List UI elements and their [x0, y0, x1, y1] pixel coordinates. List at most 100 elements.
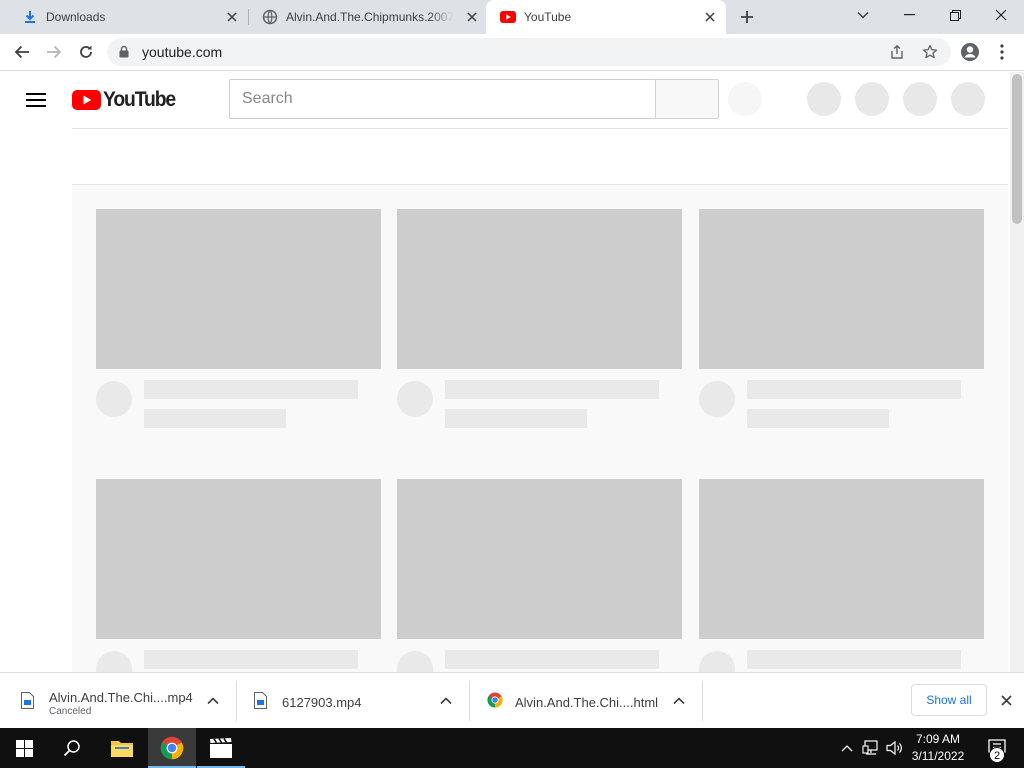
scrollbar-thumb[interactable]: [1012, 74, 1022, 224]
thumbnail-placeholder[interactable]: [397, 479, 682, 639]
youtube-play-logo-icon: [72, 90, 101, 110]
file-icon: [254, 692, 270, 710]
back-button[interactable]: [8, 38, 36, 66]
chevron-up-icon[interactable]: [668, 690, 690, 712]
file-explorer-icon[interactable]: [98, 728, 146, 768]
tab-title: YouTube: [524, 10, 572, 24]
video-editor-icon[interactable]: [197, 728, 245, 768]
tab-youtube[interactable]: YouTube: [486, 0, 726, 34]
download-shelf: Alvin.And.The.Chi....mp4 Canceled 612790…: [0, 672, 1024, 728]
download-status: Canceled: [49, 706, 92, 717]
browser-menu-icon[interactable]: [988, 38, 1016, 66]
search-icon[interactable]: [48, 728, 96, 768]
youtube-page: YouTube: [0, 72, 1024, 672]
close-tab-icon[interactable]: [462, 7, 482, 27]
close-window-button[interactable]: [978, 0, 1024, 30]
channel-avatar-placeholder: [397, 381, 433, 417]
title-placeholder: [445, 380, 659, 399]
new-tab-button[interactable]: [730, 2, 764, 32]
search-input[interactable]: [230, 80, 656, 118]
youtube-logo-text: YouTube: [103, 88, 176, 111]
download-item[interactable]: Alvin.And.The.Chi....html: [487, 679, 697, 723]
meta-placeholder: [747, 409, 889, 428]
header-button-placeholder[interactable]: [807, 82, 841, 116]
browser-toolbar: youtube.com: [0, 34, 1024, 71]
close-shelf-icon[interactable]: [996, 690, 1016, 710]
youtube-logo[interactable]: YouTube: [72, 88, 181, 112]
search-box[interactable]: [229, 79, 656, 119]
header-button-placeholder[interactable]: [855, 82, 889, 116]
thumbnail-placeholder[interactable]: [699, 479, 984, 639]
chevron-up-icon[interactable]: [435, 690, 457, 712]
channel-avatar-placeholder: [699, 381, 735, 417]
thumbnail-placeholder[interactable]: [699, 209, 984, 369]
forward-button[interactable]: [40, 38, 68, 66]
title-placeholder: [747, 380, 961, 399]
youtube-icon: [500, 9, 516, 25]
volume-icon[interactable]: [885, 738, 905, 758]
restore-button[interactable]: [932, 0, 978, 30]
clock-date: 3/11/2022: [911, 749, 965, 763]
chips-bar-placeholder: [72, 128, 1008, 185]
url-text[interactable]: youtube.com: [142, 45, 222, 60]
windows-taskbar: 7:09 AM 3/11/2022 2: [0, 728, 1024, 768]
download-separator: [236, 681, 237, 721]
header-button-placeholder[interactable]: [951, 82, 985, 116]
download-filename: Alvin.And.The.Chi....html: [515, 695, 659, 710]
title-placeholder: [445, 650, 659, 669]
close-tab-icon[interactable]: [222, 7, 242, 27]
title-placeholder: [144, 380, 358, 399]
download-filename: Alvin.And.The.Chi....mp4: [49, 690, 193, 705]
hamburger-menu-icon[interactable]: [24, 88, 48, 112]
reload-button[interactable]: [72, 38, 100, 66]
download-item[interactable]: 6127903.mp4: [254, 679, 464, 723]
channel-avatar-placeholder: [96, 651, 132, 672]
windows-logo-icon: [15, 739, 33, 757]
clock-time: 7:09 AM: [915, 732, 961, 746]
chrome-icon: [487, 692, 503, 710]
file-icon: [21, 692, 37, 710]
globe-icon: [262, 9, 278, 25]
search-button[interactable]: [655, 79, 719, 119]
title-placeholder: [747, 650, 961, 669]
thumbnail-placeholder[interactable]: [96, 209, 381, 369]
tab-title: Alvin.And.The.Chipmunks.2007.1080p: [286, 10, 454, 24]
show-hidden-icons-chevron-icon[interactable]: [837, 738, 857, 758]
title-placeholder: [144, 650, 358, 669]
notification-count-badge: 2: [989, 747, 1005, 763]
network-icon[interactable]: [861, 738, 881, 758]
meta-placeholder: [144, 409, 286, 428]
header-button-placeholder[interactable]: [903, 82, 937, 116]
download-icon: [22, 9, 38, 25]
tab-downloads[interactable]: Downloads: [8, 0, 248, 34]
system-clock[interactable]: 7:09 AM 3/11/2022: [904, 731, 972, 765]
download-filename: 6127903.mp4: [282, 695, 362, 710]
minimize-button[interactable]: [886, 0, 932, 30]
chrome-taskbar-icon[interactable]: [148, 728, 196, 768]
video-feed: [72, 185, 1008, 672]
thumbnail-placeholder[interactable]: [96, 479, 381, 639]
tab-strip: Downloads Alvin.And.The.Chipmunks.2007.1…: [0, 0, 1024, 34]
chevron-up-icon[interactable]: [202, 690, 224, 712]
share-icon[interactable]: [888, 43, 906, 61]
close-tab-icon[interactable]: [700, 7, 720, 27]
show-all-button[interactable]: Show all: [911, 684, 987, 716]
channel-avatar-placeholder: [96, 381, 132, 417]
address-bar[interactable]: youtube.com: [107, 38, 951, 66]
download-separator: [469, 681, 470, 721]
profile-avatar-icon[interactable]: [956, 38, 984, 66]
lock-icon[interactable]: [119, 45, 129, 58]
download-separator: [702, 681, 703, 721]
download-item[interactable]: Alvin.And.The.Chi....mp4 Canceled: [21, 679, 231, 723]
voice-search-placeholder[interactable]: [728, 82, 762, 116]
tab-search-button[interactable]: [840, 0, 886, 30]
youtube-header: YouTube: [0, 72, 1010, 128]
tab-title: Downloads: [46, 10, 106, 24]
tab-alvin[interactable]: Alvin.And.The.Chipmunks.2007.1080p: [248, 0, 488, 34]
channel-avatar-placeholder: [699, 651, 735, 672]
meta-placeholder: [445, 409, 587, 428]
start-button[interactable]: [0, 728, 48, 768]
thumbnail-placeholder[interactable]: [397, 209, 682, 369]
channel-avatar-placeholder: [397, 651, 433, 672]
bookmark-star-icon[interactable]: [921, 43, 939, 61]
